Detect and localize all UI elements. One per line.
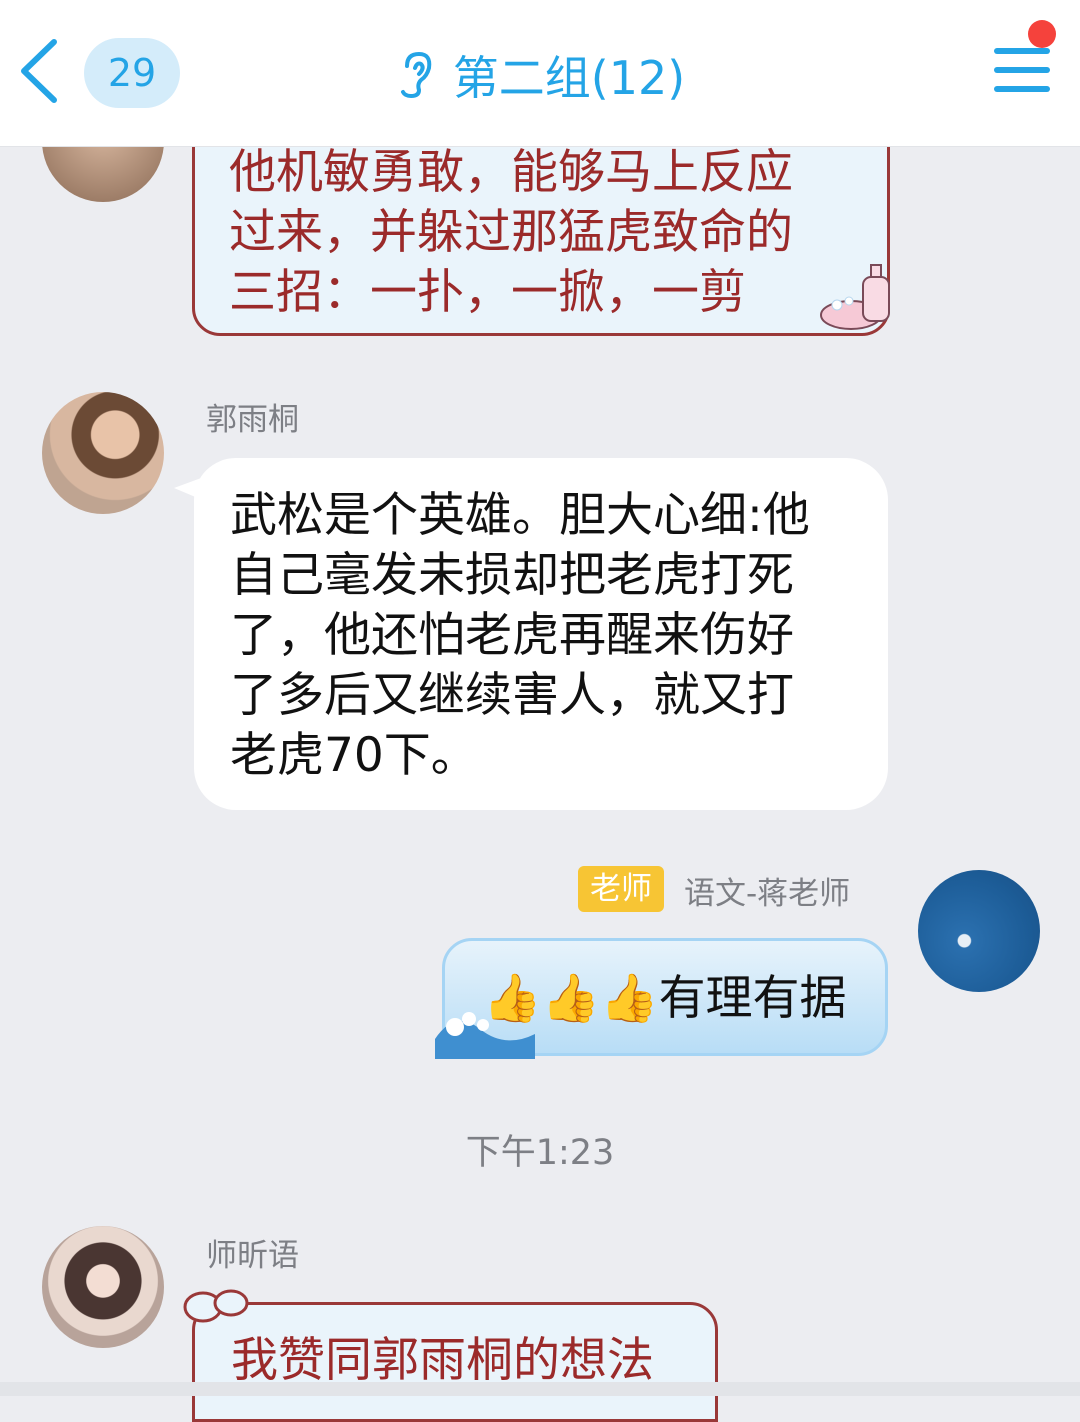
message-line: 他机敏勇敢，能够马上反应 xyxy=(229,145,793,200)
goggles-icon xyxy=(183,1289,249,1323)
title-group: 第二组(12) xyxy=(0,38,1080,112)
message-bubble[interactable]: 我赞同郭雨桐的想法 xyxy=(183,1289,718,1422)
message-bubble[interactable]: 👍👍👍有理有据 xyxy=(435,938,888,1059)
message-text: 有理有据 xyxy=(658,971,847,1026)
page-title: 第二组(12) xyxy=(452,51,686,105)
message-line: 老虎70下。 xyxy=(230,728,478,783)
timestamp: 下午1:23 xyxy=(465,1133,615,1173)
notification-dot xyxy=(1028,20,1056,48)
message-line: 三招：一扑，一掀，一剪 xyxy=(229,265,746,320)
avatar[interactable] xyxy=(42,392,164,514)
menu-icon[interactable] xyxy=(994,44,1050,96)
chat-area: 他机敏勇敢，能够马上反应 过来，并躲过那猛虎致命的 三招：一扑，一掀，一剪 郭雨… xyxy=(0,0,1080,1422)
message-bubble[interactable]: 武松是个英雄。胆大心细:他 自己毫发未损却把老虎打死 了，他还怕老虎再醒来伤好 … xyxy=(194,458,888,810)
sender-name: 师昕语 xyxy=(206,1238,299,1274)
message-line: 了，他还怕老虎再醒来伤好 xyxy=(230,608,794,663)
sender-name: 语文-蒋老师 xyxy=(684,876,851,912)
input-bar xyxy=(0,1382,1080,1396)
message-line: 了多后又继续害人，就又打 xyxy=(230,668,794,723)
wave-icon xyxy=(435,1012,535,1059)
message-line: 过来，并躲过那猛虎致命的 xyxy=(229,205,793,260)
sender-name: 郭雨桐 xyxy=(206,402,299,438)
message-line: 自己毫发未损却把老虎打死 xyxy=(230,548,794,603)
ear-icon[interactable] xyxy=(395,50,437,100)
header-bar: 29 第二组(12) xyxy=(0,0,1080,147)
message-line: 武松是个英雄。胆大心细:他 xyxy=(230,488,810,543)
soap-bottle-icon xyxy=(820,264,890,330)
avatar[interactable] xyxy=(918,870,1040,992)
role-tag: 老师 xyxy=(578,866,664,912)
avatar[interactable] xyxy=(42,1226,164,1348)
